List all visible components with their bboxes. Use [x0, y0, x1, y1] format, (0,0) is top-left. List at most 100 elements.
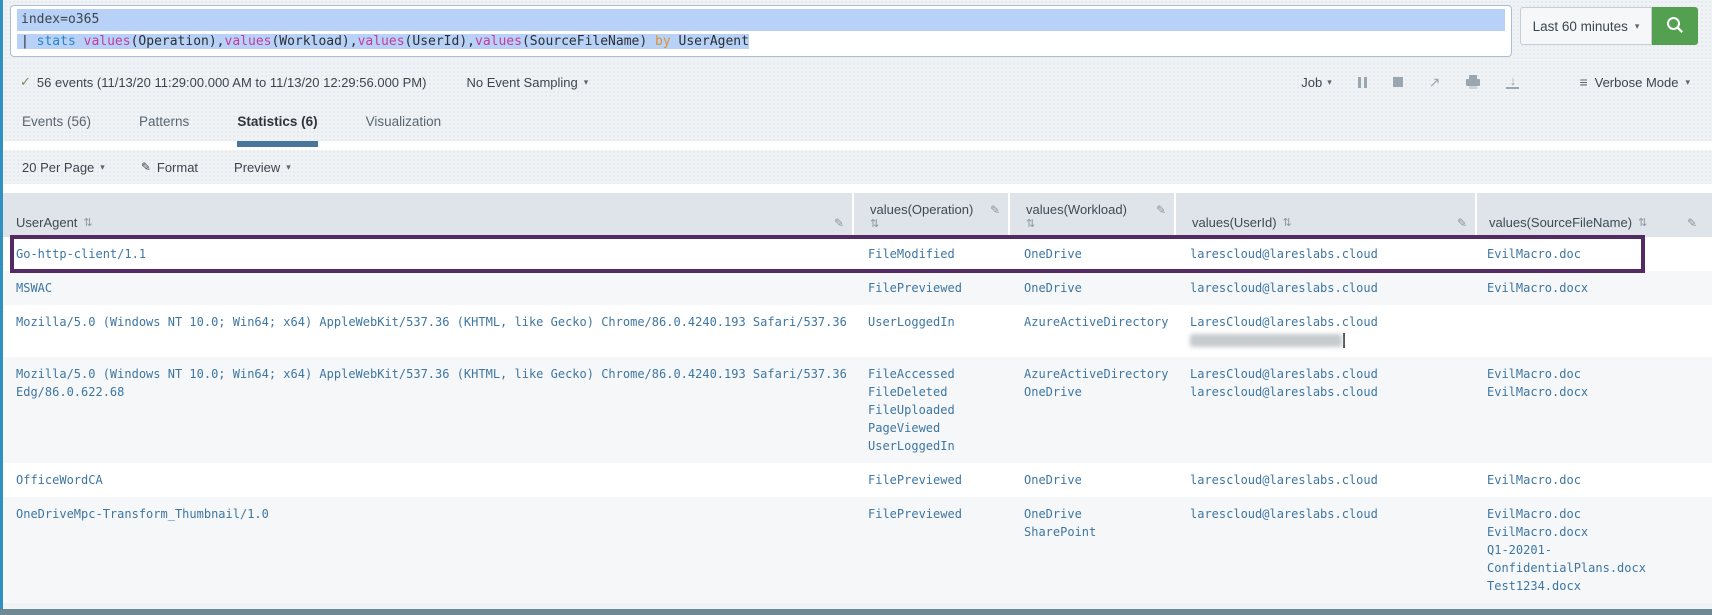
- column-header-sourcefile[interactable]: values(SourceFileName) ⇅ ✎: [1475, 193, 1712, 237]
- query-token: values: [357, 34, 405, 49]
- tab-patterns[interactable]: Patterns: [139, 102, 189, 141]
- cell-useragent[interactable]: Mozilla/5.0 (Windows NT 10.0; Win64; x64…: [0, 357, 852, 463]
- cell-useragent[interactable]: MSWAC: [0, 271, 852, 305]
- export-button[interactable]: ↓: [1506, 74, 1520, 89]
- chevron-down-icon: ▾: [286, 161, 291, 172]
- cell-userid[interactable]: larescloud@lareslabs.cloud: [1174, 271, 1475, 305]
- time-range-label: Last 60 minutes: [1532, 18, 1628, 34]
- cell-workload[interactable]: AzureActiveDirectory: [1008, 305, 1174, 357]
- text-cursor: [1343, 333, 1345, 348]
- chevron-down-icon: ▾: [1634, 20, 1640, 31]
- column-header-useragent[interactable]: UserAgent ⇅ ✎: [0, 193, 852, 237]
- cell-operation[interactable]: FilePreviewed: [852, 271, 1008, 305]
- column-label: values(Operation): [870, 202, 974, 217]
- per-page-dropdown[interactable]: 20 Per Page ▾: [22, 160, 105, 175]
- share-button[interactable]: ↗: [1429, 75, 1441, 89]
- preview-dropdown[interactable]: Preview ▾: [234, 160, 291, 175]
- cell-operation[interactable]: UserLoggedIn: [852, 305, 1008, 357]
- table-row: OneDriveMpc-Transform_Thumbnail/1.0 FileP…: [0, 497, 1712, 603]
- cell-operation[interactable]: FileModified: [852, 237, 1008, 271]
- tab-visualization[interactable]: Visualization: [366, 102, 442, 141]
- column-label: values(SourceFileName): [1489, 215, 1633, 230]
- pause-button[interactable]: [1357, 76, 1367, 88]
- cell-workload[interactable]: OneDrive: [1008, 271, 1174, 305]
- cell-useragent[interactable]: OneDriveMpc-Transform_Thumbnail/1.0: [0, 497, 852, 603]
- cell-workload[interactable]: OneDrive: [1008, 463, 1174, 497]
- query-token: stats: [36, 34, 76, 49]
- search-bar-section: index=o365 | stats values(Operation),val…: [0, 0, 1712, 62]
- bottom-edge-strip: [0, 609, 1712, 615]
- table-row: OfficeWordCA FilePreviewed OneDrive larescl…: [0, 463, 1712, 497]
- search-icon: [1665, 15, 1685, 38]
- query-token: UserAgent: [670, 34, 749, 49]
- edit-column-icon[interactable]: ✎: [1156, 203, 1166, 217]
- cell-sourcefile[interactable]: [1475, 305, 1712, 357]
- sort-icon[interactable]: ⇅: [83, 216, 92, 229]
- query-token: values: [475, 34, 522, 49]
- per-page-label: 20 Per Page: [22, 159, 95, 175]
- search-query-input[interactable]: index=o365 | stats values(Operation),val…: [10, 5, 1512, 57]
- sort-icon[interactable]: ⇅: [1638, 216, 1647, 229]
- cell-operation[interactable]: FileAccessed FileDeleted FileUploaded PageV…: [852, 357, 1008, 463]
- edit-column-icon[interactable]: ✎: [1687, 216, 1697, 230]
- tab-events[interactable]: Events (56): [22, 102, 91, 141]
- search-mode-selector[interactable]: ≡ Verbose Mode ▾: [1579, 74, 1690, 90]
- event-sampling-label: No Event Sampling: [466, 74, 578, 90]
- edit-column-icon[interactable]: ✎: [834, 216, 844, 230]
- cell-userid[interactable]: larescloud@lareslabs.cloud: [1174, 463, 1475, 497]
- chevron-down-icon: ▾: [1327, 76, 1332, 87]
- event-sampling-dropdown[interactable]: No Event Sampling ▾: [466, 75, 588, 90]
- job-menu[interactable]: Job ▾: [1301, 75, 1332, 90]
- query-token: [76, 34, 84, 49]
- events-summary: 56 events (11/13/20 11:29:00.000 AM to 1…: [36, 74, 427, 90]
- cell-userid[interactable]: larescloud@lareslabs.cloud: [1174, 237, 1475, 271]
- pencil-icon: ✎: [140, 160, 151, 174]
- cell-operation[interactable]: FilePreviewed: [852, 463, 1008, 497]
- table-row: Mozilla/5.0 (Windows NT 10.0; Win64; x64…: [0, 357, 1712, 463]
- cell-operation[interactable]: FilePreviewed: [852, 497, 1008, 603]
- cell-useragent[interactable]: Go-http-client/1.1: [0, 237, 852, 271]
- table-header: UserAgent ⇅ ✎ values(Operation) ✎ ⇅ values(Wor…: [0, 193, 1712, 237]
- query-line-1: index=o365: [17, 9, 1505, 31]
- cell-userid[interactable]: LaresCloud@lareslabs.cloud: [1174, 305, 1475, 357]
- job-menu-label: Job: [1301, 74, 1323, 90]
- column-label: values(Workload): [1026, 202, 1127, 217]
- search-button[interactable]: [1652, 7, 1698, 45]
- cell-workload[interactable]: OneDrive SharePoint: [1008, 497, 1174, 603]
- query-token: (Workload),: [271, 34, 358, 49]
- cell-useragent[interactable]: Mozilla/5.0 (Windows NT 10.0; Win64; x64…: [0, 305, 852, 357]
- search-mode-label: Verbose Mode: [1594, 74, 1679, 90]
- sort-icon[interactable]: ⇅: [1283, 216, 1292, 229]
- format-label: Format: [156, 159, 199, 175]
- cell-workload[interactable]: AzureActiveDirectory OneDrive: [1008, 357, 1174, 463]
- column-header-operation[interactable]: values(Operation) ✎ ⇅: [852, 193, 1008, 237]
- query-token: values: [224, 34, 272, 49]
- sort-icon[interactable]: ⇅: [870, 217, 879, 230]
- cell-sourcefile[interactable]: EvilMacro.doc: [1475, 237, 1712, 271]
- cell-workload[interactable]: OneDrive: [1008, 237, 1174, 271]
- edit-column-icon[interactable]: ✎: [990, 203, 1000, 217]
- column-header-workload[interactable]: values(Workload) ✎ ⇅: [1008, 193, 1174, 237]
- query-token: by: [655, 34, 671, 49]
- time-range-picker[interactable]: Last 60 minutes ▾: [1520, 7, 1652, 45]
- cell-userid[interactable]: larescloud@lareslabs.cloud: [1174, 497, 1475, 603]
- tab-bar: Events (56) Patterns Statistics (6) Visuali…: [0, 102, 1712, 147]
- format-button[interactable]: ✎ Format: [141, 160, 198, 175]
- cell-sourcefile[interactable]: EvilMacro.docx: [1475, 271, 1712, 305]
- redacted-text: [1190, 334, 1342, 347]
- cell-sourcefile[interactable]: EvilMacro.doc EvilMacro.docx Q1-20201-Conf…: [1475, 497, 1712, 603]
- query-token: |: [21, 34, 37, 49]
- query-token: values: [83, 34, 131, 49]
- column-header-userid[interactable]: values(UserId) ⇅ ✎: [1174, 193, 1475, 237]
- stop-button[interactable]: [1392, 77, 1403, 87]
- column-label: values(UserId): [1192, 215, 1277, 230]
- cell-userid[interactable]: LaresCloud@lareslabs.cloud larescloud@lar…: [1174, 357, 1475, 463]
- edit-column-icon[interactable]: ✎: [1457, 216, 1467, 230]
- cell-sourcefile[interactable]: EvilMacro.doc EvilMacro.docx: [1475, 357, 1712, 463]
- sort-icon[interactable]: ⇅: [1026, 217, 1035, 230]
- cell-useragent[interactable]: OfficeWordCA: [0, 463, 852, 497]
- print-button[interactable]: [1466, 75, 1481, 89]
- tab-statistics[interactable]: Statistics (6): [237, 102, 318, 147]
- cell-sourcefile[interactable]: EvilMacro.doc: [1475, 463, 1712, 497]
- query-token: (Operation),: [130, 34, 225, 49]
